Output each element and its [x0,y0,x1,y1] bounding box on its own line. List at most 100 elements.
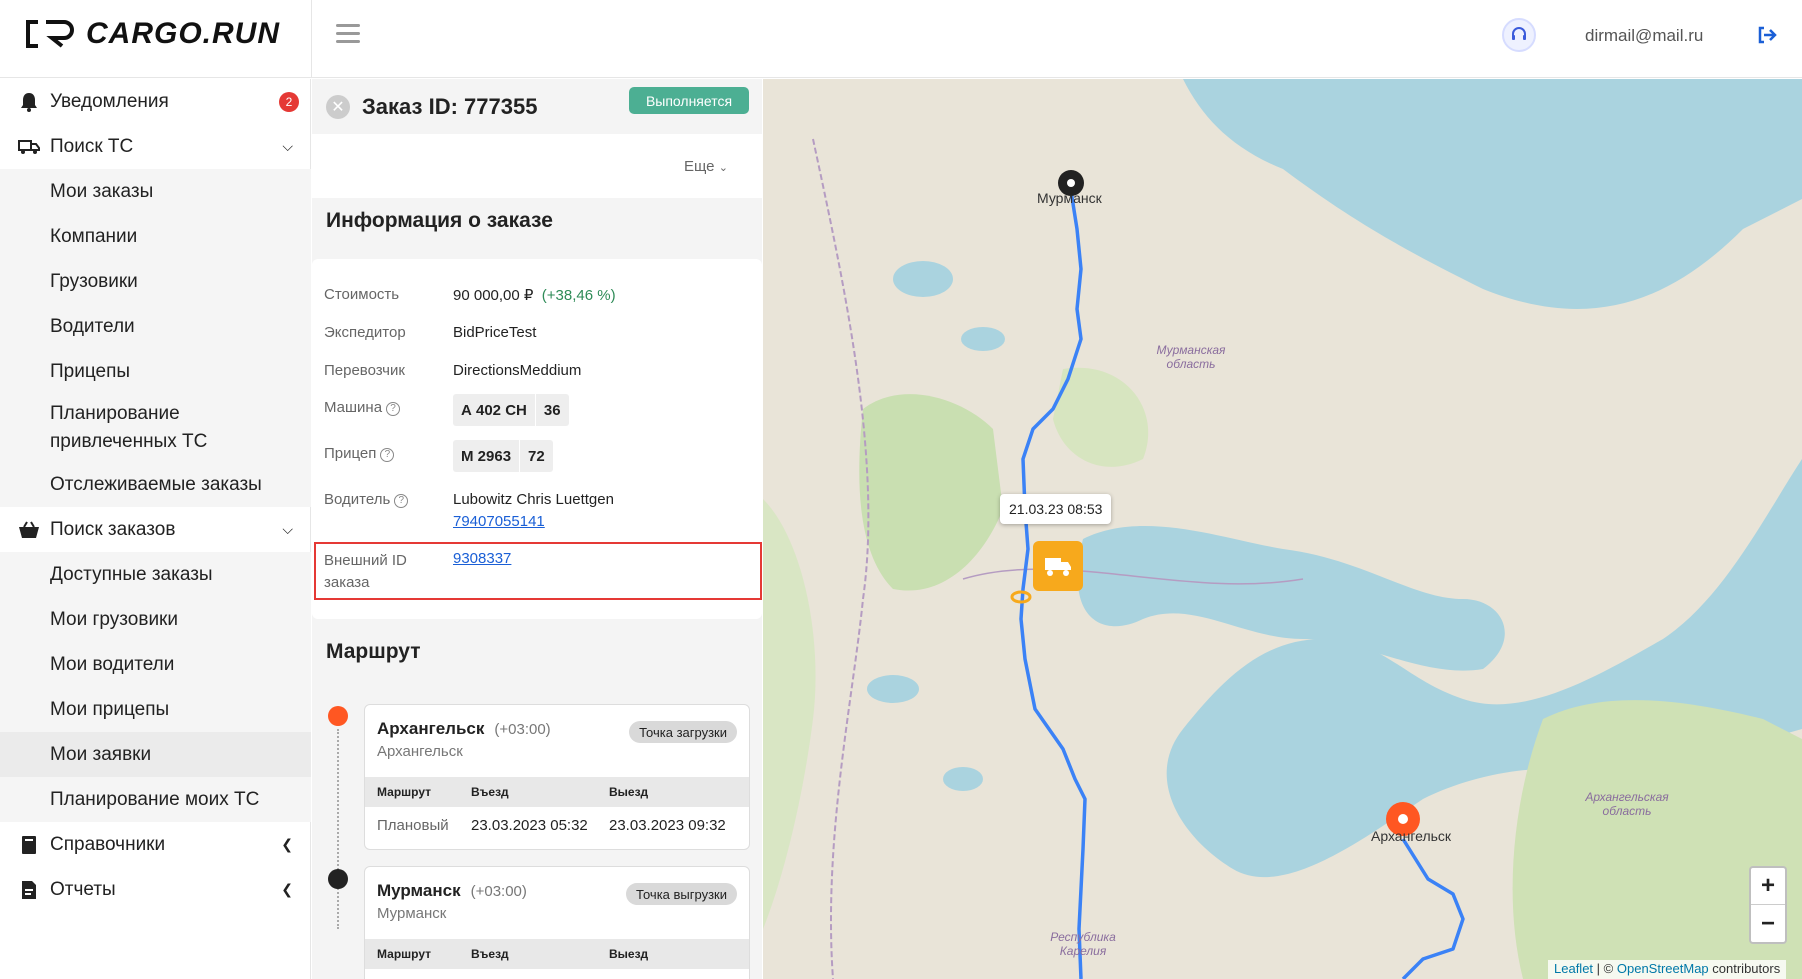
driver-label: Водитель? [324,491,409,508]
status-badge: Выполняется [629,87,749,114]
trailer-label-text: Прицеп [324,445,377,462]
row-in: 23.03.2023 05:32 [471,817,588,834]
route-table-header: Маршрут Въезд Выезд [365,777,749,807]
sidebar-item-label: Мои заказы [50,180,154,202]
help-icon[interactable]: ? [394,494,409,508]
info-heading: Информация о заказе [326,209,553,232]
route-map[interactable]: Мурманск Архангельск Мурманская область … [763,79,1802,979]
region-murmansk: Мурманская область [1156,343,1226,371]
sidebar-item-tracked-orders[interactable]: Отслеживаемые заказы [0,462,311,507]
sidebar-item-trailers[interactable]: Прицепы [0,349,311,394]
sidebar-item-companies[interactable]: Компании [0,214,311,259]
region-karelia: Республика Карелия [1050,930,1116,958]
region-arkhangelsk: Архангельская область [1585,790,1669,818]
trailer-plate-number: М 2963 [453,440,521,472]
osm-link[interactable]: OpenStreetMap [1617,961,1709,976]
user-email[interactable]: dirmail@mail.ru [1585,26,1703,46]
driver-phone-link[interactable]: 79407055141 [453,513,545,530]
route-point-card[interactable]: Мурманск (+03:00) Мурманск Точка выгрузки… [364,866,750,979]
zoom-in-button[interactable]: + [1751,868,1785,905]
sidebar-item-search-orders[interactable]: Поиск заказов ⌵ [0,507,311,552]
map-zoom-control: + − [1749,866,1787,944]
col-route: Маршрут [377,785,432,799]
more-dropdown[interactable]: Еще ⌄ [684,158,728,175]
route-point-card[interactable]: Архангельск (+03:00) Архангельск Точка за… [364,704,750,850]
sidebar-item-label: Мои прицепы [50,698,170,720]
loading-point-pin-icon [328,706,348,726]
driver-label-text: Водитель [324,491,391,508]
notification-badge: 2 [279,91,299,112]
vehicle-plate-number: А 402 СН [453,394,536,426]
sidebar-item-planning-attracted[interactable]: Планирование привлеченных ТС [0,394,311,462]
bell-icon [18,91,40,113]
logo-text: CARGO.RUN [86,17,280,50]
sidebar-item-label: Доступные заказы [50,563,213,585]
vehicle-plate-region: 36 [543,401,561,419]
truck-icon [18,136,40,158]
col-out: Выезд [609,785,649,799]
help-icon[interactable]: ? [386,402,401,416]
sidebar-item-planning-my[interactable]: Планирование моих ТС [0,777,311,822]
cost-amount: 90 000,00 ₽ [453,287,534,304]
loading-point-tag: Точка загрузки [629,721,737,743]
book-icon [18,834,40,856]
chevron-left-icon: ❮ [281,836,293,852]
order-title: Заказ ID: 777355 [362,94,538,119]
sidebar-item-search-vehicles[interactable]: Поиск ТС ⌵ [0,124,311,169]
route-city: Архангельск (+03:00) [377,719,551,739]
order-panel: ✕ Заказ ID: 777355 Выполняется Еще ⌄ Инф… [312,79,762,979]
header-divider [311,0,312,78]
trailer-plate-region: 72 [528,447,545,465]
route-heading: Маршрут [326,640,421,663]
sidebar-item-my-trailers[interactable]: Мои прицепы [0,687,311,732]
vehicle-plate: А 402 СН 36 [453,394,569,426]
sidebar-item-label: Компании [50,225,138,247]
forwarder-value: BidPriceTest [453,324,537,341]
unloading-point-tag: Точка выгрузки [626,883,737,905]
unloading-point-pin-icon [328,869,348,889]
timeline-dots [337,729,339,929]
sidebar-item-reports[interactable]: Отчеты ❮ [0,867,311,912]
route-timezone: (+03:00) [494,721,551,738]
col-out: Выезд [609,947,649,961]
sidebar-item-notifications[interactable]: Уведомления 2 [0,79,311,124]
map-background [763,79,1802,979]
sidebar-item-available-orders[interactable]: Доступные заказы [0,552,311,597]
sidebar-item-my-requests[interactable]: Мои заявки [0,732,311,777]
vehicle-label: Машина? [324,399,401,416]
actions-row: Еще ⌄ [312,134,762,198]
truck-marker-icon[interactable] [1033,541,1083,591]
external-id-link[interactable]: 9308337 [453,550,511,567]
sidebar-item-label: Планирование моих ТС [50,788,260,810]
chevron-left-icon: ❮ [281,881,293,897]
driver-name: Lubowitz Chris Luettgen [453,491,614,508]
close-icon[interactable]: ✕ [326,95,350,119]
chevron-down-icon: ⌵ [282,521,293,537]
col-route: Маршрут [377,947,432,961]
sidebar-item-my-orders[interactable]: Мои заказы [0,169,311,214]
menu-toggle-icon[interactable] [336,24,360,46]
order-header: ✕ Заказ ID: 777355 Выполняется [312,79,762,134]
app-logo[interactable]: CARGO.RUN [24,14,280,54]
leaflet-link[interactable]: Leaflet [1554,961,1593,976]
support-headset-icon[interactable] [1502,18,1536,52]
sidebar-item-label: Грузовики [50,270,138,292]
logout-icon[interactable] [1756,24,1778,46]
zoom-out-button[interactable]: − [1751,905,1785,942]
map-city-arkhangelsk: Архангельск [1371,828,1452,844]
route-table-header: Маршрут Въезд Выезд [365,939,749,969]
attribution-sep: | © [1596,961,1614,976]
route-subcity: Мурманск [377,905,447,922]
sidebar-item-label: Мои грузовики [50,608,178,630]
carrier-value: DirectionsMeddium [453,362,582,379]
sidebar-item-references[interactable]: Справочники ❮ [0,822,311,867]
sidebar-item-my-trucks[interactable]: Мои грузовики [0,597,311,642]
help-icon[interactable]: ? [380,448,395,462]
sidebar-item-trucks[interactable]: Грузовики [0,259,311,304]
sidebar-item-label: Мои водители [50,653,175,675]
sidebar-item-my-drivers[interactable]: Мои водители [0,642,311,687]
route-city-name: Мурманск [377,881,461,900]
sidebar-item-drivers[interactable]: Водители [0,304,311,349]
sidebar-item-label: Поиск ТС [50,135,134,157]
more-label: Еще [684,158,715,175]
